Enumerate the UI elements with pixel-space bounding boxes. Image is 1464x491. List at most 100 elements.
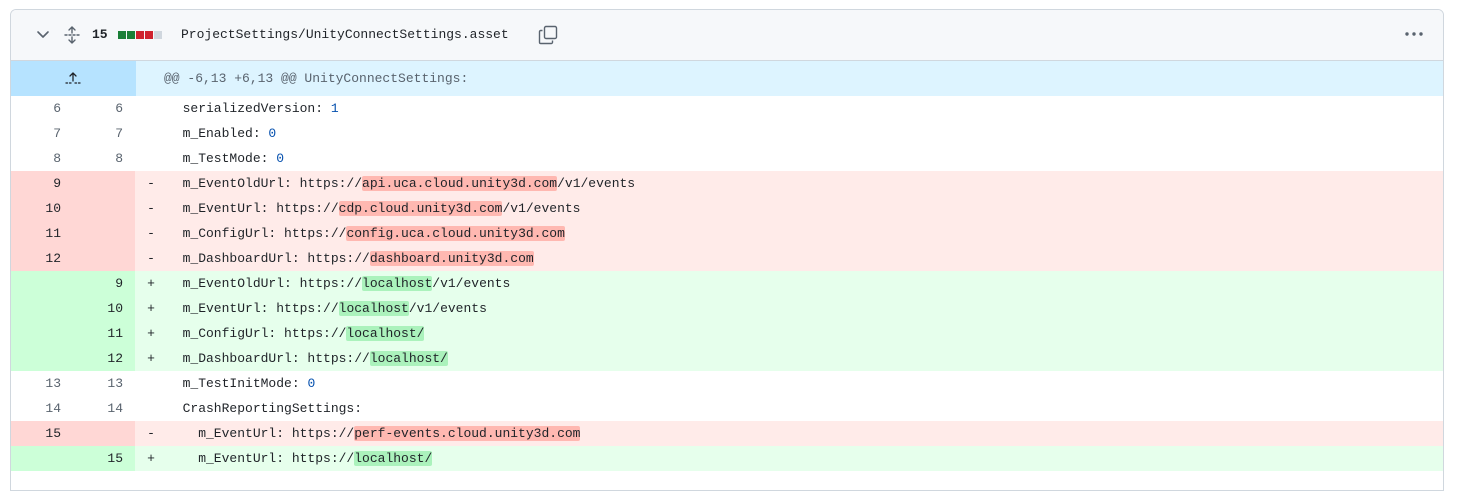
- code-content: m_DashboardUrl: https://dashboard.unity3…: [167, 246, 1443, 271]
- diff-marker: [135, 371, 167, 396]
- old-line-number[interactable]: 13: [11, 371, 73, 396]
- code-text: m_EventOldUrl: https://: [167, 176, 363, 191]
- deleted-line: 10 - m_EventUrl: https://cdp.cloud.unity3…: [11, 196, 1443, 221]
- added-line: 9 + m_EventOldUrl: https://localhost/v1/e…: [11, 271, 1443, 296]
- code-text: m_DashboardUrl: https://: [167, 351, 370, 366]
- changes-count: 15: [92, 27, 108, 42]
- added-line: 15 + m_EventUrl: https://localhost/: [11, 446, 1443, 471]
- changed-word-highlight: localhost/: [346, 326, 425, 341]
- code-text: m_TestMode:: [167, 151, 277, 166]
- new-line-number[interactable]: 10: [73, 296, 135, 321]
- changed-word-highlight: localhost/: [354, 451, 433, 466]
- diff-marker: +: [147, 326, 155, 341]
- changed-word-highlight: api.uca.cloud.unity3d.com: [362, 176, 558, 191]
- changed-word-highlight: localhost/: [369, 351, 448, 366]
- context-line: 77 m_Enabled: 0: [11, 121, 1443, 146]
- copy-icon[interactable]: [538, 25, 558, 45]
- diff-marker: -: [147, 201, 155, 216]
- code-number: 0: [307, 376, 316, 391]
- new-line-number[interactable]: 9: [73, 271, 135, 296]
- old-line-number[interactable]: 15: [11, 421, 73, 446]
- new-line-number[interactable]: 14: [73, 396, 135, 421]
- diffstat-block: [136, 31, 144, 39]
- old-line-number[interactable]: [11, 296, 73, 321]
- new-line-number[interactable]: 13: [73, 371, 135, 396]
- code-text: m_ConfigUrl: https://: [167, 326, 347, 341]
- code-text: /v1/events: [557, 176, 636, 191]
- code-number: 0: [268, 126, 277, 141]
- code-content: m_DashboardUrl: https://localhost/: [167, 346, 1443, 371]
- changed-word-highlight: dashboard.unity3d.com: [369, 251, 534, 266]
- old-line-number[interactable]: 7: [11, 121, 73, 146]
- kebab-horizontal-icon[interactable]: [1403, 26, 1425, 42]
- code-content: m_Enabled: 0: [167, 121, 1443, 146]
- code-number: 0: [276, 151, 285, 166]
- code-text: m_ConfigUrl: https://: [167, 226, 347, 241]
- code-text: m_EventUrl: https://: [167, 426, 355, 441]
- diff-marker: [135, 146, 167, 171]
- old-line-number[interactable]: [11, 446, 73, 471]
- code-content: CrashReportingSettings:: [167, 396, 1443, 421]
- diff-marker: [135, 121, 167, 146]
- new-line-number[interactable]: 11: [73, 321, 135, 346]
- diff-file: 15 ProjectSettings/UnityConnectSettings.…: [10, 9, 1444, 491]
- diff-marker: -: [147, 426, 155, 441]
- code-text: m_Enabled:: [167, 126, 269, 141]
- code-text: m_EventUrl: https://: [167, 201, 339, 216]
- context-line: 13 13 m_TestInitMode: 0: [11, 371, 1443, 396]
- new-line-number[interactable]: 12: [73, 346, 135, 371]
- old-line-number[interactable]: 11: [11, 221, 73, 246]
- old-line-number[interactable]: [11, 346, 73, 371]
- expand-up-button[interactable]: [11, 61, 136, 96]
- diff-marker: -: [147, 251, 155, 266]
- code-text: CrashReportingSettings:: [167, 401, 363, 416]
- old-line-number[interactable]: 10: [11, 196, 73, 221]
- old-line-number[interactable]: 12: [11, 246, 73, 271]
- new-line-number[interactable]: [73, 171, 135, 196]
- hunk-header: @@ -6,13 +6,13 @@ UnityConnectSettings:: [11, 61, 1443, 96]
- code-text: m_TestInitMode:: [167, 376, 308, 391]
- new-line-number[interactable]: [73, 221, 135, 246]
- unfold-icon[interactable]: [64, 26, 80, 44]
- deleted-line: 9 - m_EventOldUrl: https://api.uca.cloud.…: [11, 171, 1443, 196]
- new-line-number[interactable]: [73, 196, 135, 221]
- code-content: m_EventUrl: https://cdp.cloud.unity3d.co…: [167, 196, 1443, 221]
- code-text: m_EventUrl: https://: [167, 301, 339, 316]
- code-content: m_ConfigUrl: https://config.uca.cloud.un…: [167, 221, 1443, 246]
- hunk-header-text: @@ -6,13 +6,13 @@ UnityConnectSettings:: [164, 71, 469, 86]
- diff-marker: +: [147, 351, 155, 366]
- old-line-number[interactable]: [11, 271, 73, 296]
- code-content: m_TestMode: 0: [167, 146, 1443, 171]
- new-line-number[interactable]: [73, 246, 135, 271]
- changed-word-highlight: config.uca.cloud.unity3d.com: [346, 226, 565, 241]
- code-text: /v1/events: [432, 276, 511, 291]
- code-text: /v1/events: [408, 301, 487, 316]
- new-line-number[interactable]: 15: [73, 446, 135, 471]
- old-line-number[interactable]: 6: [11, 96, 73, 121]
- context-line: 66 serializedVersion: 1: [11, 96, 1443, 121]
- fold-up-icon: [65, 72, 81, 84]
- code-text: m_EventUrl: https://: [167, 451, 355, 466]
- new-line-number[interactable]: [73, 421, 135, 446]
- chevron-down-icon[interactable]: [35, 26, 51, 42]
- old-line-number[interactable]: 9: [11, 171, 73, 196]
- old-line-number[interactable]: [11, 321, 73, 346]
- new-line-number[interactable]: 7: [73, 121, 135, 146]
- added-line: 12 + m_DashboardUrl: https://localhost/: [11, 346, 1443, 371]
- old-line-number[interactable]: 14: [11, 396, 73, 421]
- diff-marker: -: [147, 176, 155, 191]
- file-path[interactable]: ProjectSettings/UnityConnectSettings.ass…: [181, 27, 509, 42]
- changed-word-highlight: cdp.cloud.unity3d.com: [338, 201, 503, 216]
- diff-marker: -: [147, 226, 155, 241]
- deleted-line: 12 - m_DashboardUrl: https://dashboard.un…: [11, 246, 1443, 271]
- diffstat-block: [154, 31, 162, 39]
- new-line-number[interactable]: 6: [73, 96, 135, 121]
- code-text: serializedVersion:: [167, 101, 331, 116]
- added-line: 10 + m_EventUrl: https://localhost/v1/eve…: [11, 296, 1443, 321]
- new-line-number[interactable]: 8: [73, 146, 135, 171]
- code-content: m_EventUrl: https://localhost/: [167, 446, 1443, 471]
- added-line: 11 + m_ConfigUrl: https://localhost/: [11, 321, 1443, 346]
- diffstat-block: [118, 31, 126, 39]
- old-line-number[interactable]: 8: [11, 146, 73, 171]
- context-line: 88 m_TestMode: 0: [11, 146, 1443, 171]
